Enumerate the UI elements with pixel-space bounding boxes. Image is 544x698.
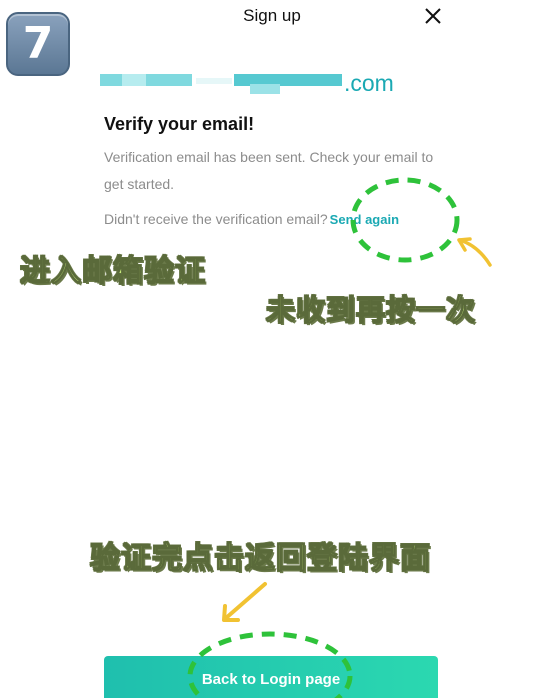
email-mask: [122, 74, 146, 86]
send-again-link[interactable]: Send again: [330, 212, 399, 227]
arrow-head-icon: [222, 604, 240, 622]
arrow-icon: [458, 238, 492, 267]
back-to-login-button[interactable]: Back to Login page: [104, 656, 438, 698]
resend-prompt: Didn't receive the verification email?: [104, 211, 328, 227]
annotation-resend-hint: 未收到再按一次: [265, 292, 477, 327]
close-icon[interactable]: [422, 5, 444, 27]
arrow-head-icon: [457, 237, 472, 252]
annotation-overlay: [187, 177, 492, 698]
page-title: Sign up: [243, 6, 301, 25]
email-mask: [250, 84, 280, 94]
email-mask: [100, 74, 192, 86]
email-mask: [196, 78, 232, 84]
email-domain: .com: [344, 70, 394, 96]
annotation-enter-mailbox: 进入邮箱验证: [19, 253, 206, 289]
annotation-return-hint: 验证完点击返回登陆界面: [89, 540, 431, 576]
resend-row: Didn't receive the verification email? Se…: [104, 211, 399, 227]
verify-description: Verification email has been sent. Check …: [104, 149, 434, 192]
arrow-icon: [224, 582, 267, 620]
masked-email: .com: [100, 70, 400, 98]
verify-title: Verify your email!: [104, 114, 255, 134]
